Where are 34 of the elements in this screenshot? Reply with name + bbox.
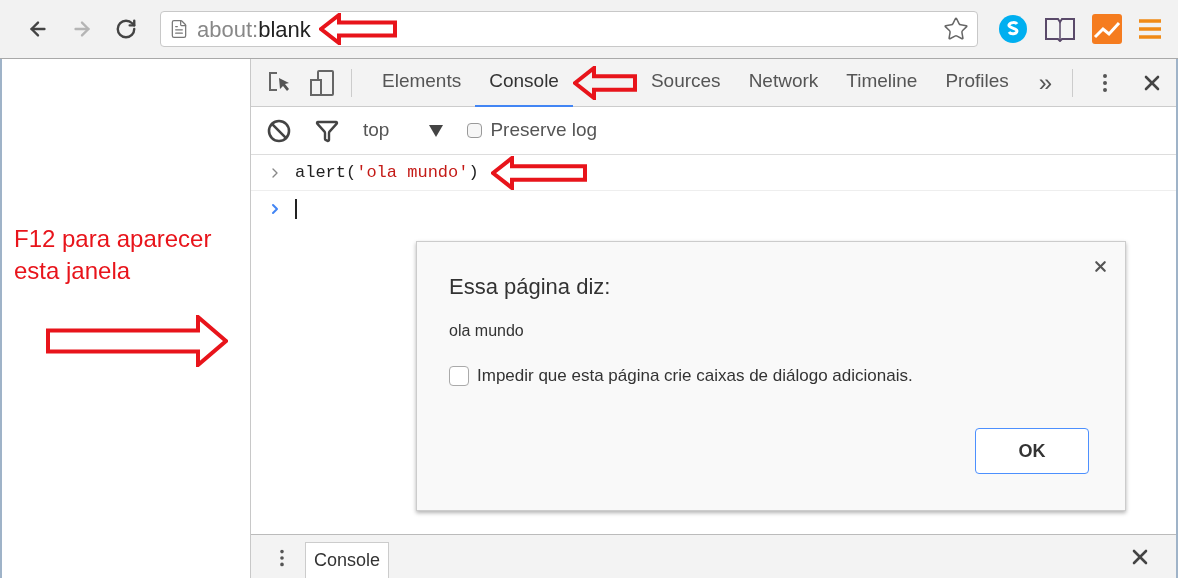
close-icon[interactable]	[1092, 258, 1109, 275]
checkbox-label: Impedir que esta página crie caixas de diálogo adicionais.	[477, 365, 913, 387]
left-arrow-icon	[572, 65, 637, 100]
left-arrow-icon	[490, 155, 587, 190]
reload-icon[interactable]	[115, 18, 137, 40]
devtools-tab[interactable]: Sources	[636, 58, 735, 107]
right-arrow-icon	[46, 315, 228, 367]
devtools-tab[interactable]: Elements	[368, 58, 476, 107]
address-bar[interactable]: about:blank	[160, 11, 978, 47]
book-extension-icon[interactable]	[1044, 16, 1076, 42]
left-arrow-icon	[318, 13, 397, 45]
drawer-tab[interactable]: Console	[305, 542, 390, 578]
bookmark-star-icon[interactable]	[943, 16, 969, 42]
devtools-tab[interactable]: Timeline	[832, 58, 932, 107]
preserve-log-checkbox[interactable]	[467, 123, 483, 138]
url-text: about:blank	[197, 15, 311, 44]
dropdown-caret-icon[interactable]	[429, 124, 444, 137]
ok-button[interactable]: OK	[975, 428, 1089, 474]
dialog-message: ola mundo	[449, 321, 525, 341]
page-icon	[169, 19, 189, 39]
filter-icon[interactable]	[315, 118, 339, 143]
console-command: alert('ola mundo')	[295, 161, 479, 184]
chart-extension-icon[interactable]	[1092, 14, 1122, 44]
dialog-title: Essa página diz:	[449, 273, 612, 301]
devtools-tab[interactable]: Network	[734, 58, 833, 107]
more-tabs-button[interactable]: »	[1030, 64, 1061, 101]
devtools-tab[interactable]: Console	[475, 58, 573, 107]
annotation-text: F12 para aparecer esta janela	[14, 224, 213, 286]
dialog-checkbox[interactable]	[449, 365, 469, 386]
device-icon[interactable]	[309, 68, 335, 97]
devtools-tab[interactable]: Profiles	[931, 58, 1023, 107]
context-selector[interactable]: top	[363, 116, 390, 145]
preserve-log-label: Preserve log	[490, 118, 598, 143]
clear-console-icon[interactable]	[267, 118, 291, 143]
